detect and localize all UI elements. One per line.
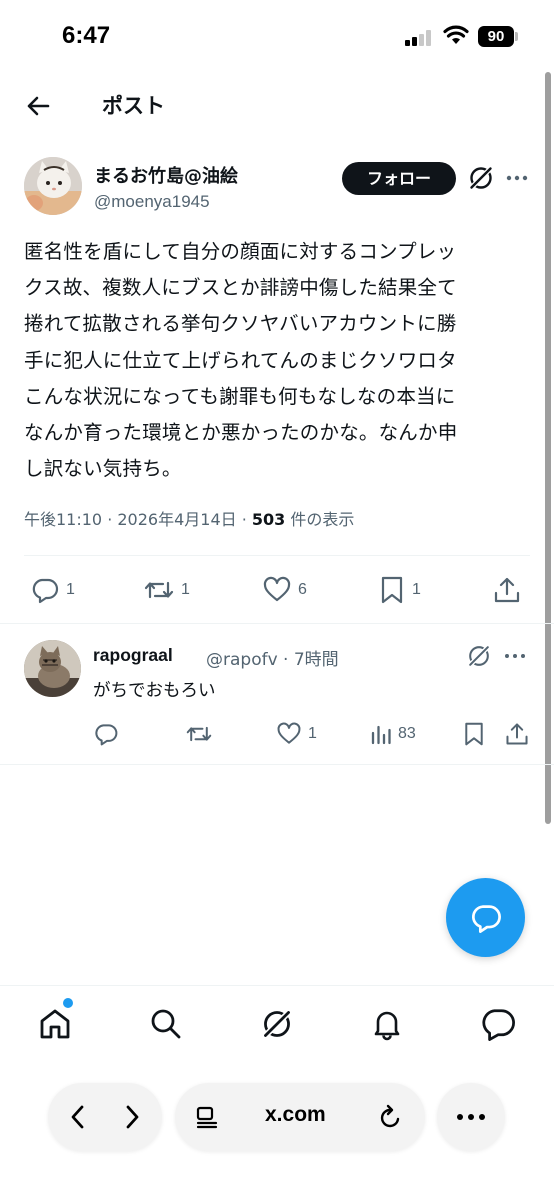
bookmark-icon — [465, 722, 483, 746]
reply-view-count: 83 — [398, 725, 416, 742]
browser-nav-pill — [48, 1083, 162, 1151]
reply-icon — [95, 724, 118, 746]
post-actions: 1 1 6 1 — [24, 570, 530, 610]
share-icon — [506, 723, 528, 745]
home-notification-dot — [63, 998, 73, 1008]
reply-like-button[interactable]: 1 — [276, 720, 317, 748]
like-count: 6 — [298, 581, 307, 598]
home-icon — [40, 1009, 70, 1039]
reader-mode-button[interactable] — [189, 1100, 225, 1134]
analytics-icon — [371, 725, 391, 745]
url-text[interactable]: x.com — [265, 1103, 326, 1127]
post-text-line: クス故、複数人にブスとか誹謗中傷した結果全て — [24, 276, 457, 300]
divider — [0, 623, 554, 624]
reply-count: 1 — [66, 581, 75, 598]
more-icon[interactable] — [503, 646, 527, 666]
post-timestamp[interactable]: 午後11:10 · 2026年4月14日 · — [24, 510, 252, 529]
author-handle[interactable]: @moenya1945 — [94, 192, 210, 212]
reply-avatar[interactable] — [24, 640, 81, 697]
ellipsis-icon — [457, 1114, 485, 1120]
reply-share-button[interactable] — [504, 720, 530, 748]
repost-button[interactable]: 1 — [143, 570, 190, 610]
divider — [24, 555, 530, 556]
browser-forward-button[interactable] — [112, 1097, 152, 1137]
repost-icon — [186, 726, 212, 742]
chevron-left-icon — [71, 1105, 84, 1129]
nav-messages[interactable] — [478, 1004, 518, 1044]
reply-author-name[interactable]: rapograal — [93, 645, 173, 666]
post-text-line: 手に犯人に仕立て上げられてんのまじクソワロタ — [24, 348, 457, 372]
post-text-line: なんか育った環境とか悪かったのかな。なんか申 — [24, 421, 458, 445]
cellular-signal-icon — [405, 30, 433, 46]
browser-back-button[interactable] — [58, 1097, 98, 1137]
page-title: ポスト — [102, 94, 165, 118]
repost-count: 1 — [181, 581, 190, 598]
post-text-line: 匿名性を盾にして自分の顔面に対するコンプレッ — [24, 240, 457, 263]
notifications-icon — [374, 1011, 400, 1041]
reply-bookmark-button[interactable] — [462, 720, 486, 748]
status-bar: 6:47 90 — [0, 0, 554, 72]
reload-icon — [380, 1104, 400, 1128]
battery-indicator: 90 — [478, 26, 514, 47]
reply-handle-time[interactable]: @rapofv · 7時間 — [206, 645, 339, 670]
reply-bubble-icon — [471, 904, 501, 933]
heart-icon — [277, 722, 301, 744]
view-count-label: 件の表示 — [285, 510, 355, 529]
bookmark-count: 1 — [412, 581, 421, 598]
bottom-nav — [0, 985, 554, 1065]
reply-icon — [32, 578, 59, 604]
share-button[interactable] — [492, 570, 522, 610]
bookmark-icon — [381, 576, 403, 604]
reply-views-button[interactable]: 83 — [370, 720, 416, 748]
more-icon[interactable] — [504, 167, 530, 189]
browser-toolbar: x.com — [0, 1065, 554, 1199]
author-avatar[interactable] — [24, 157, 82, 215]
chevron-right-icon — [126, 1105, 139, 1129]
heart-icon — [263, 576, 291, 602]
like-button[interactable]: 6 — [262, 570, 307, 610]
reply-repost-button[interactable] — [185, 720, 213, 748]
reply-text: がちでおもろい — [93, 681, 216, 701]
nav-grok[interactable] — [257, 1004, 297, 1044]
divider — [0, 764, 554, 765]
repost-icon — [144, 581, 174, 599]
reload-button[interactable] — [373, 1099, 409, 1135]
reply-reply-button[interactable] — [93, 720, 119, 748]
post-meta: 午後11:10 · 2026年4月14日 · 503 件の表示 — [24, 506, 354, 530]
reply-button[interactable]: 1 — [30, 570, 75, 610]
address-bar[interactable]: x.com — [175, 1083, 425, 1151]
page-menu-icon — [196, 1106, 218, 1129]
grok-icon[interactable] — [467, 164, 495, 192]
author-name[interactable]: まるお竹島@油絵 — [94, 162, 238, 188]
grok-icon — [262, 1009, 292, 1039]
nav-search[interactable] — [146, 1004, 186, 1044]
bookmark-button[interactable]: 1 — [378, 570, 421, 610]
share-icon — [494, 577, 520, 603]
top-bar: ポスト — [0, 72, 554, 138]
status-time: 6:47 — [62, 22, 111, 49]
nav-notifications[interactable] — [367, 1004, 407, 1044]
post-text-line: 捲れて拡散される挙句クソヤバいアカウントに勝 — [24, 312, 457, 336]
follow-button[interactable]: フォロー — [342, 162, 456, 195]
browser-more-button[interactable] — [437, 1083, 505, 1151]
view-count[interactable]: 503 — [252, 510, 285, 529]
battery-tip — [515, 32, 518, 41]
reply-like-count: 1 — [308, 725, 317, 742]
back-arrow-icon[interactable] — [22, 90, 54, 122]
compose-reply-button[interactable] — [446, 878, 525, 957]
messages-icon — [482, 1009, 515, 1041]
post-text-line: し訳ない気持ち。 — [24, 457, 182, 481]
post-text-line: こんな状況になっても謝罪も何もなしなの本当に — [24, 384, 456, 408]
nav-home[interactable] — [35, 1004, 75, 1044]
wifi-icon — [443, 25, 469, 44]
post-text: 匿名性を盾にして自分の顔面に対するコンプレッ クス故、複数人にブスとか誹謗中傷し… — [24, 234, 534, 487]
search-icon — [151, 1009, 181, 1039]
grok-icon[interactable] — [466, 643, 492, 669]
reply-item[interactable]: rapograal @rapofv · 7時間 がちでおもろい 1 83 — [0, 625, 554, 765]
